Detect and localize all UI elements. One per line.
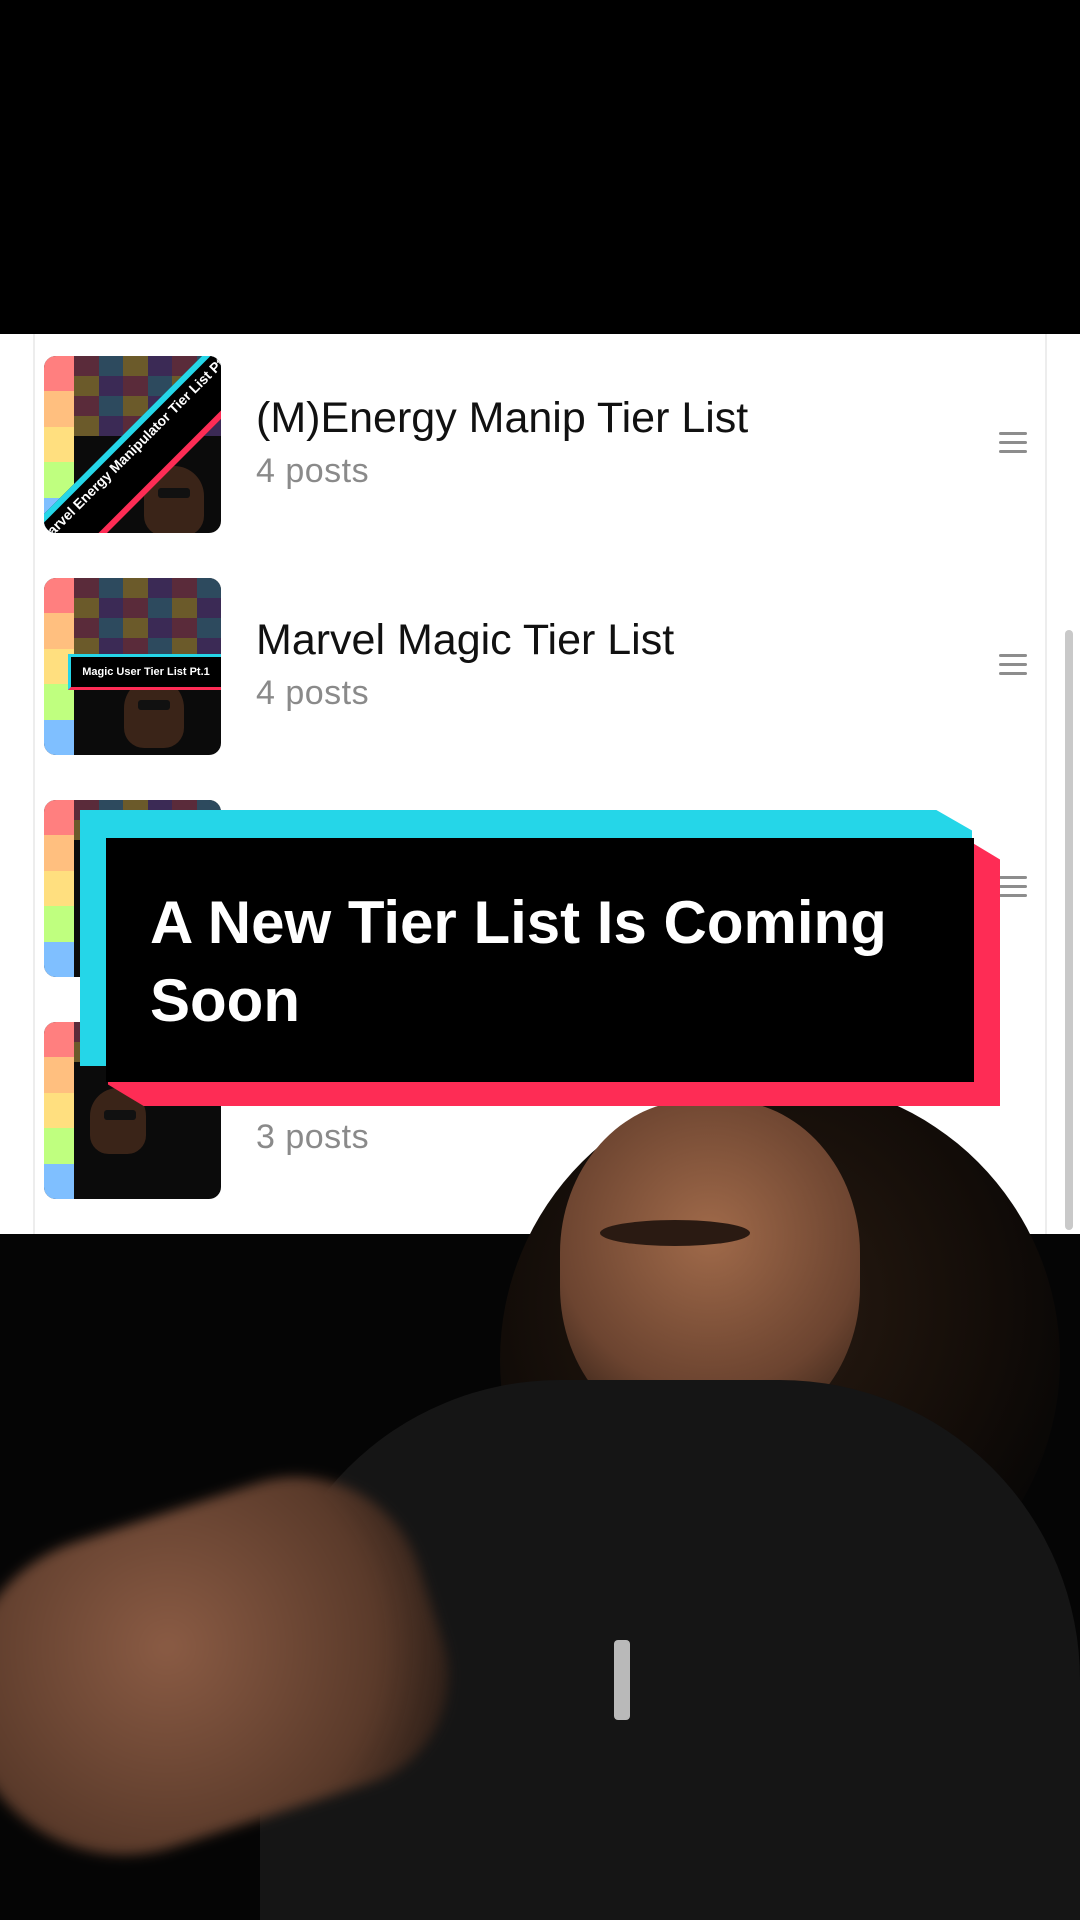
tier-color-column — [44, 1022, 74, 1199]
playlist-thumbnail: Magic User Tier List Pt.1 — [44, 578, 221, 755]
drag-handle-icon[interactable] — [999, 654, 1027, 678]
playlist-row-magic[interactable]: Magic User Tier List Pt.1 Marvel Magic T… — [44, 578, 1044, 755]
video-frame: Marvel Energy Manipulator Tier List Pt.1… — [0, 0, 1080, 1920]
playlist-thumbnail: Marvel Energy Manipulator Tier List Pt.1 — [44, 356, 221, 533]
drag-handle-icon[interactable] — [999, 432, 1027, 456]
playlist-title: (M)Energy Manip Tier List — [256, 394, 749, 442]
drag-handle-icon[interactable] — [999, 876, 1027, 900]
playlist-post-count: 4 posts — [256, 452, 370, 490]
playlist-title: Marvel Magic Tier List — [256, 616, 675, 664]
creator-mustache — [600, 1220, 750, 1246]
panel-border-right — [1045, 334, 1047, 1234]
playlist-row-energy-manip[interactable]: Marvel Energy Manipulator Tier List Pt.1… — [44, 356, 1044, 533]
caption-text: A New Tier List Is Coming Soon — [150, 889, 887, 1034]
panel-border-left — [33, 334, 35, 1234]
scrollbar[interactable] — [1065, 630, 1073, 1230]
top-black-bar — [0, 0, 1080, 334]
playlist-post-count: 3 posts — [256, 1118, 370, 1156]
thumbnail-title-chip: Magic User Tier List Pt.1 — [68, 654, 221, 690]
playlist-post-count: 4 posts — [256, 674, 370, 712]
tier-color-column — [44, 800, 74, 977]
hoodie-zipper — [614, 1640, 630, 1720]
